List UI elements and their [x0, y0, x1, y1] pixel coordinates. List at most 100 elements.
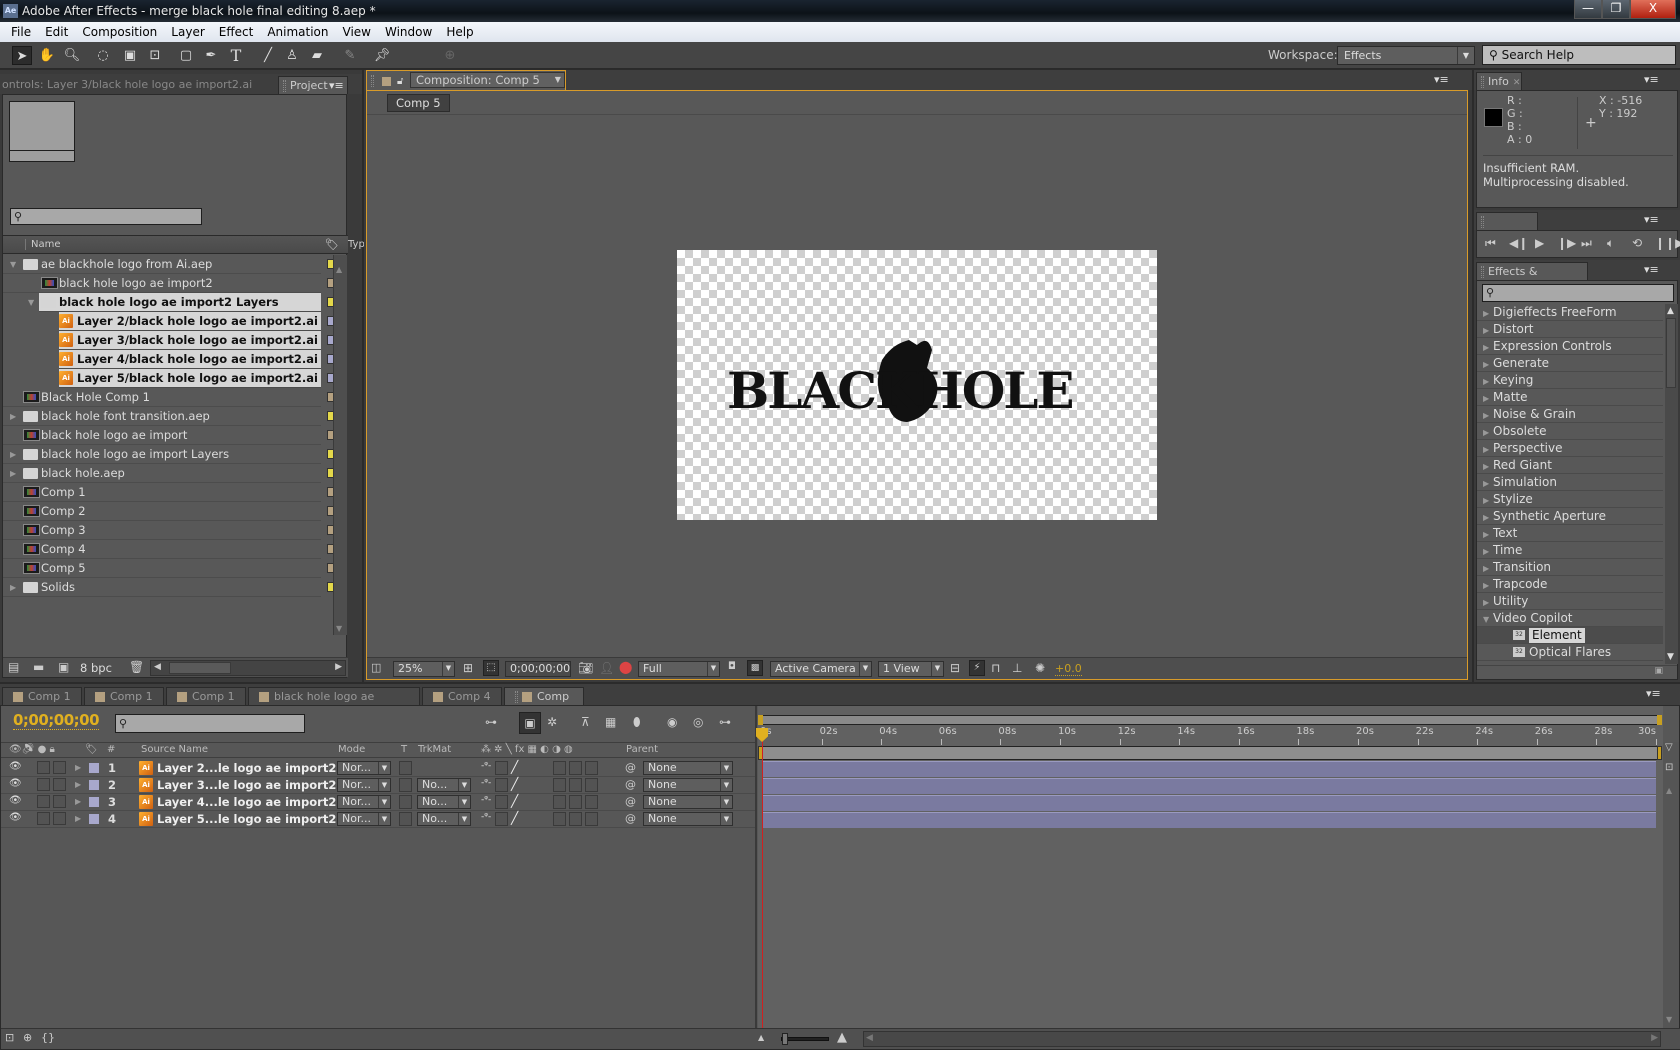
column-source-name[interactable]: Source Name — [141, 743, 208, 757]
composition-canvas[interactable]: BLACKHOLE — [677, 250, 1157, 520]
twirl-closed-icon[interactable]: ▶ — [1483, 322, 1489, 339]
bit-depth-button[interactable]: 8 bpc — [80, 661, 112, 675]
adjustment-layer-switch[interactable] — [569, 795, 582, 809]
3d-layer-switch[interactable] — [585, 812, 598, 826]
region-of-interest-icon[interactable]: ⬚ — [483, 660, 499, 676]
tab-info[interactable]: Info ✕ — [1476, 72, 1522, 90]
selection-tool-icon[interactable]: ➤ — [12, 46, 32, 65]
3d-layer-switch[interactable] — [585, 778, 598, 792]
play-icon[interactable]: ▶ — [1535, 236, 1544, 250]
twirl-closed-icon[interactable]: ▶ — [1483, 594, 1489, 611]
twirl-closed-icon[interactable]: ▶ — [1483, 305, 1489, 322]
twirl-open-icon[interactable]: ▼ — [10, 255, 16, 274]
effect-item[interactable]: 32 Element — [1477, 627, 1663, 644]
layer-name[interactable]: Layer 3...le logo ae import2.ai — [157, 778, 352, 792]
project-item[interactable]: Comp 1 — [3, 483, 321, 502]
effect-category[interactable]: ▼ Video Copilot — [1477, 610, 1663, 627]
twirl-closed-icon[interactable]: ▶ — [75, 797, 81, 806]
twirl-closed-icon[interactable]: ▶ — [75, 814, 81, 823]
project-item[interactable]: ▶ black hole.aep — [3, 464, 321, 483]
layer-duration-bar[interactable] — [762, 812, 1656, 828]
visibility-eye-icon[interactable]: 👁︎ — [9, 761, 22, 772]
motion-blur-switch[interactable] — [553, 778, 566, 792]
menu-edit[interactable]: Edit — [38, 22, 75, 42]
visibility-eye-icon[interactable]: 👁︎ — [9, 778, 22, 789]
track-matte-dropdown[interactable]: No... ▼ — [417, 778, 471, 792]
modes-toggle-icon[interactable]: ⊕ — [23, 1031, 32, 1044]
layer-switches-toggle-icon[interactable]: ⊡ — [5, 1031, 14, 1044]
layer-duration-bar[interactable] — [762, 761, 1656, 777]
effect-category[interactable]: ▶ Digieffects FreeForm — [1477, 304, 1663, 321]
previous-frame-icon[interactable]: ◀❙ — [1509, 236, 1528, 250]
quality-switch-icon[interactable]: ╱ — [511, 811, 518, 825]
time-ruler[interactable]: 0s02s04s06s08s10s12s14s16s18s20s22s24s26… — [758, 726, 1662, 746]
scroll-thumb[interactable] — [169, 662, 231, 674]
quality-switch-icon[interactable]: ╱ — [511, 794, 518, 808]
brush-tool-icon[interactable]: ╱ — [258, 46, 278, 65]
scroll-down-icon[interactable]: ▼ — [1667, 652, 1674, 662]
twirl-closed-icon[interactable]: ▶ — [75, 780, 81, 789]
ram-preview-icon[interactable]: ❙❙▶ — [1655, 236, 1680, 250]
menu-effect[interactable]: Effect — [212, 22, 261, 42]
tab-project[interactable]: Project ▾≡ — [278, 76, 348, 94]
effects-search-input[interactable]: ⚲ — [1482, 284, 1674, 302]
twirl-closed-icon[interactable]: ▶ — [1483, 560, 1489, 577]
scroll-down-icon[interactable]: ▼ — [1666, 1015, 1672, 1024]
scroll-left-icon[interactable]: ◀ — [866, 1033, 873, 1043]
in-out-toggle-icon[interactable]: {} — [41, 1031, 55, 1044]
twirl-closed-icon[interactable]: ▶ — [10, 464, 16, 483]
pick-whip-icon[interactable]: @ — [625, 761, 636, 774]
twirl-closed-icon[interactable]: ▶ — [1483, 475, 1489, 492]
view-layout-dropdown[interactable]: 1 View ▼ — [878, 661, 944, 677]
eraser-tool-icon[interactable]: ▰ — [307, 46, 327, 65]
timeline-settings-icon[interactable]: ⊶ — [719, 715, 731, 729]
motion-blur-switch[interactable] — [553, 761, 566, 775]
collapse-switch[interactable] — [495, 761, 508, 775]
project-item[interactable]: ▼ ae blackhole logo from Ai.aep — [3, 255, 321, 274]
panel-menu-icon[interactable]: ▾≡ — [1644, 263, 1659, 276]
timeline-search-input[interactable]: ⚲ — [115, 714, 305, 733]
scroll-up-icon[interactable]: ▲ — [1666, 786, 1672, 795]
layer-name[interactable]: Layer 2...le logo ae import2.ai — [157, 761, 352, 775]
pick-whip-icon[interactable]: @ — [625, 795, 636, 808]
parent-dropdown[interactable]: None ▼ — [643, 761, 733, 775]
tab-effects-presets[interactable]: Effects & Presets✕ — [1476, 262, 1588, 296]
timeline-layer-row[interactable]: 👁︎ ▶ 4 Ai Layer 5...le logo ae import2.ai Nor… — [1, 811, 757, 828]
brainstorm-icon[interactable]: ⬮ — [633, 715, 641, 730]
effect-category[interactable]: ▶ Time — [1477, 542, 1663, 559]
twirl-closed-icon[interactable]: ▶ — [1483, 339, 1489, 356]
panel-menu-icon[interactable]: ▾≡ — [1644, 73, 1659, 86]
timecode-field[interactable]: 0;00;00;00 — [505, 661, 571, 677]
menu-view[interactable]: View — [336, 22, 378, 42]
column-number[interactable]: # — [107, 743, 115, 757]
zoom-slider-thumb[interactable] — [782, 1033, 788, 1045]
restore-button[interactable]: ❐ — [1602, 0, 1630, 19]
motion-blur-icon[interactable]: ▦ — [605, 715, 616, 729]
panel-menu-icon[interactable]: ▾≡ — [1434, 73, 1449, 86]
loop-icon[interactable]: ⟲ — [1632, 236, 1642, 250]
solo-toggle[interactable] — [53, 778, 66, 791]
menu-layer[interactable]: Layer — [164, 22, 211, 42]
comp-mini-flowchart-icon[interactable]: ⊶ — [485, 715, 497, 729]
roto-brush-tool-icon[interactable]: ✎ — [340, 46, 360, 65]
column-type[interactable]: Typ — [348, 239, 365, 250]
panel-menu-icon[interactable]: ▾≡ — [1644, 213, 1659, 226]
project-item[interactable]: Black Hole Comp 1 — [3, 388, 321, 407]
preserve-transparency-toggle[interactable] — [399, 778, 412, 792]
project-item[interactable]: Ai Layer 2/black hole logo ae import2.ai — [59, 312, 321, 331]
fast-previews-icon[interactable]: ◘ — [728, 661, 736, 672]
scroll-up-icon[interactable]: ▲ — [1667, 306, 1674, 316]
workspace-dropdown[interactable]: Effects ▼ — [1337, 46, 1475, 65]
new-composition-icon[interactable]: ▣ — [58, 660, 69, 674]
project-item[interactable]: ▶ black hole logo ae import Layers — [3, 445, 321, 464]
tab-preview[interactable]: Preview✕ — [1476, 212, 1538, 246]
close-button[interactable]: X — [1630, 0, 1676, 19]
twirl-open-icon[interactable]: ▼ — [1483, 611, 1489, 628]
menu-animation[interactable]: Animation — [260, 22, 335, 42]
twirl-closed-icon[interactable]: ▶ — [1483, 492, 1489, 509]
always-preview-icon[interactable]: ◫ — [371, 661, 381, 674]
menu-window[interactable]: Window — [378, 22, 439, 42]
3d-layer-switch[interactable] — [585, 795, 598, 809]
exposure-value[interactable]: +0.0 — [1055, 662, 1082, 676]
zoom-out-icon[interactable]: ▲ — [758, 1033, 764, 1042]
